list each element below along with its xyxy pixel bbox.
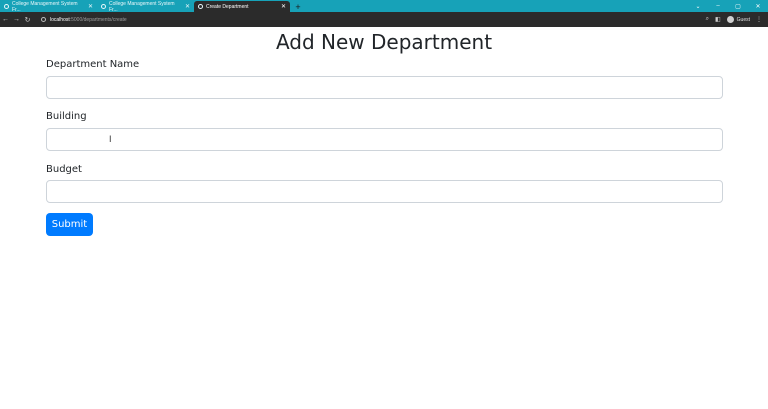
budget-label: Budget xyxy=(46,164,82,175)
url-host: localhost xyxy=(50,16,70,23)
page-title: Add New Department xyxy=(275,30,493,54)
menu-icon[interactable]: ⋮ xyxy=(756,16,762,23)
url-field[interactable]: localhost :5000/departments/create xyxy=(37,14,692,25)
close-window-icon[interactable]: ✕ xyxy=(748,0,768,12)
browser-tab-3[interactable]: Create Department ✕ xyxy=(194,1,290,12)
tab-label: Create Department xyxy=(206,3,249,10)
submit-button[interactable]: Submit xyxy=(46,213,93,236)
profile-name: Guest xyxy=(736,16,750,23)
browser-tab-bar: College Management System Fr... ✕ Colleg… xyxy=(0,0,768,13)
browser-tab-2[interactable]: College Management System Fr... ✕ xyxy=(97,0,194,13)
tab-favicon-icon xyxy=(198,4,203,9)
url-path: :5000/departments/create xyxy=(69,16,127,23)
new-tab-icon[interactable]: + xyxy=(292,1,304,12)
zoom-icon[interactable]: ⌕ xyxy=(706,16,709,23)
tab-favicon-icon xyxy=(101,4,106,9)
sidebar-icon[interactable]: ◧ xyxy=(715,16,721,23)
close-tab-icon[interactable]: ✕ xyxy=(277,3,286,10)
window-controls: ⌄ – ▢ ✕ xyxy=(688,0,768,12)
site-info-icon[interactable] xyxy=(41,17,46,22)
close-tab-icon[interactable]: ✕ xyxy=(84,3,93,10)
forward-icon[interactable]: → xyxy=(11,12,22,27)
text-cursor-icon: I xyxy=(109,134,112,144)
tab-label: College Management System Fr... xyxy=(109,0,175,13)
tab-favicon-icon xyxy=(4,4,9,9)
chevron-down-icon[interactable]: ⌄ xyxy=(688,0,708,12)
maximize-icon[interactable]: ▢ xyxy=(728,0,748,12)
building-label: Building xyxy=(46,111,87,122)
tab-label: College Management System Fr... xyxy=(12,0,78,13)
avatar-icon xyxy=(726,16,734,23)
minimize-icon[interactable]: – xyxy=(708,0,728,12)
browser-address-bar: ← → ↻ localhost :5000/departments/create… xyxy=(0,12,768,27)
close-tab-icon[interactable]: ✕ xyxy=(181,3,190,10)
department-name-label: Department Name xyxy=(46,59,140,70)
profile-button[interactable]: Guest xyxy=(726,16,750,23)
department-name-input[interactable] xyxy=(46,76,723,99)
budget-input[interactable] xyxy=(46,180,723,203)
back-icon[interactable]: ← xyxy=(0,12,11,27)
browser-toolbar-right: ⌕ ◧ Guest ⋮ xyxy=(700,12,768,27)
browser-tab-1[interactable]: College Management System Fr... ✕ xyxy=(0,0,97,13)
building-input[interactable] xyxy=(46,128,723,151)
reload-icon[interactable]: ↻ xyxy=(22,12,33,27)
